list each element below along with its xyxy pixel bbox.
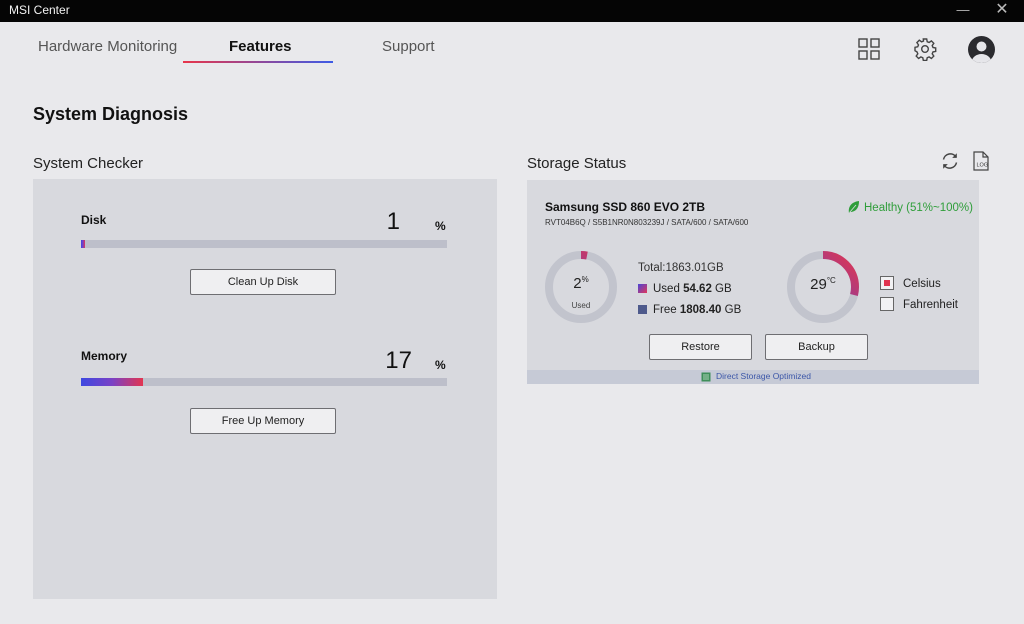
free-swatch: [638, 305, 647, 314]
fahrenheit-option[interactable]: Fahrenheit: [880, 297, 958, 311]
minimize-icon[interactable]: —: [956, 3, 970, 17]
user-icon: [971, 41, 992, 63]
memory-label: Memory: [81, 349, 128, 363]
app-title: MSI Center: [9, 3, 70, 17]
leaf-icon: [848, 201, 859, 213]
free-up-memory-button[interactable]: Free Up Memory: [190, 408, 336, 434]
used-swatch: [638, 284, 647, 293]
disk-label: Disk: [81, 213, 107, 227]
storage-usage-percent: 2%: [573, 275, 589, 292]
fahrenheit-checkbox[interactable]: [880, 297, 894, 311]
health-status: Healthy (51%~100%): [864, 202, 973, 214]
memory-usage-fill: [81, 378, 144, 386]
page-title: System Diagnosis: [33, 104, 189, 124]
drive-info: RVT04B6Q / S5B1NR0N803239J / SATA/600 / …: [545, 218, 749, 227]
refresh-icon[interactable]: [940, 151, 960, 171]
grid-icon[interactable]: [857, 37, 881, 61]
direct-storage-label: Direct Storage Optimized: [716, 371, 811, 381]
tab-features[interactable]: Features: [229, 38, 292, 55]
used-legend: Used 54.62 GB: [638, 283, 732, 295]
storage-status-panel: Samsung SSD 860 EVO 2TB RVT04B6Q / S5B1N…: [527, 180, 979, 384]
active-tab-indicator: [183, 61, 333, 63]
log-icon-label: LOG: [977, 163, 989, 169]
log-icon[interactable]: LOG: [971, 151, 991, 171]
system-checker-title: System Checker: [33, 155, 144, 172]
tab-hardware-monitoring[interactable]: Hardware Monitoring: [38, 38, 177, 55]
storage-status-title: Storage Status: [527, 155, 627, 172]
system-checker-panel: Disk 1 % Clean Up Disk Memory 17 % Free …: [33, 179, 497, 599]
direct-storage-icon: [701, 372, 711, 382]
disk-unit: %: [435, 219, 446, 233]
disk-usage-fill: [81, 240, 85, 248]
title-bar: MSI Center — ✕: [0, 0, 1024, 22]
avatar[interactable]: [968, 36, 995, 63]
free-legend: Free 1808.40 GB: [638, 304, 741, 316]
gear-icon[interactable]: [913, 37, 937, 61]
temperature-value: 29°C: [810, 276, 836, 293]
close-icon[interactable]: ✕: [995, 2, 1009, 18]
drive-name: Samsung SSD 860 EVO 2TB: [545, 200, 706, 214]
memory-unit: %: [435, 358, 446, 372]
tab-support[interactable]: Support: [382, 38, 435, 55]
disk-usage-bar: [81, 240, 447, 248]
memory-value: 17: [385, 347, 412, 374]
total-capacity: Total:1863.01GB: [638, 262, 724, 274]
backup-button[interactable]: Backup: [765, 334, 868, 360]
memory-usage-bar: [81, 378, 447, 386]
celsius-checkbox[interactable]: [880, 276, 894, 290]
celsius-option[interactable]: Celsius: [880, 276, 941, 290]
disk-value: 1: [386, 208, 400, 235]
storage-usage-label: Used: [571, 301, 591, 310]
restore-button[interactable]: Restore: [649, 334, 752, 360]
direct-storage-banner: Direct Storage Optimized: [527, 370, 979, 384]
clean-up-disk-button[interactable]: Clean Up Disk: [190, 269, 336, 295]
